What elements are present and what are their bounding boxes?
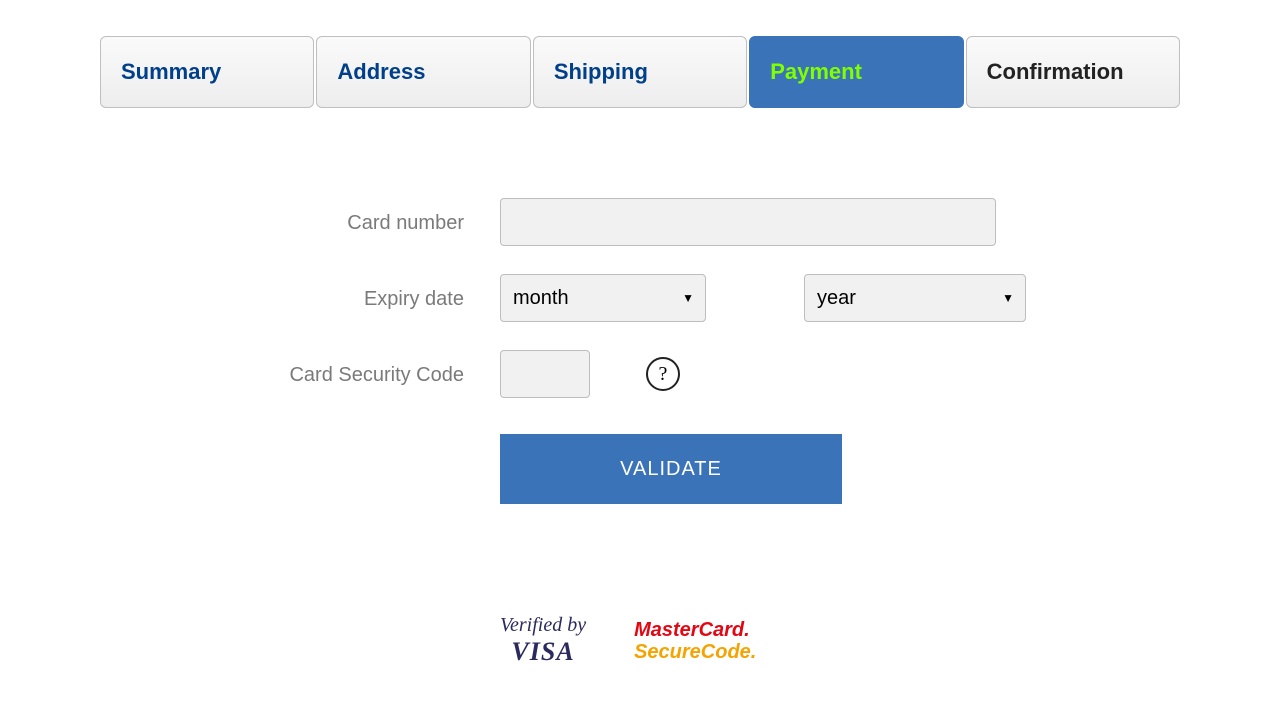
csc-label: Card Security Code [100, 350, 500, 389]
tab-payment[interactable]: Payment [749, 36, 963, 108]
payment-form: Card number Expiry date month year [100, 198, 1180, 667]
tab-summary[interactable]: Summary [100, 36, 314, 108]
csc-help-icon[interactable]: ? [646, 357, 680, 391]
verified-by-visa-logo: Verified by VISA [500, 614, 586, 667]
card-number-input[interactable] [500, 198, 996, 246]
csc-input[interactable] [500, 350, 590, 398]
tab-shipping[interactable]: Shipping [533, 36, 747, 108]
validate-button[interactable]: VALIDATE [500, 434, 842, 504]
security-logos: Verified by VISA MasterCard. SecureCode. [500, 614, 1180, 667]
expiry-year-select[interactable]: year [804, 274, 1026, 322]
tab-address[interactable]: Address [316, 36, 530, 108]
card-number-label: Card number [100, 198, 500, 237]
mastercard-securecode-logo: MasterCard. SecureCode. [634, 619, 756, 663]
checkout-tabs: Summary Address Shipping Payment Confirm… [100, 36, 1180, 108]
expiry-month-select[interactable]: month [500, 274, 706, 322]
tab-confirmation[interactable]: Confirmation [966, 36, 1180, 108]
expiry-date-label: Expiry date [100, 274, 500, 313]
